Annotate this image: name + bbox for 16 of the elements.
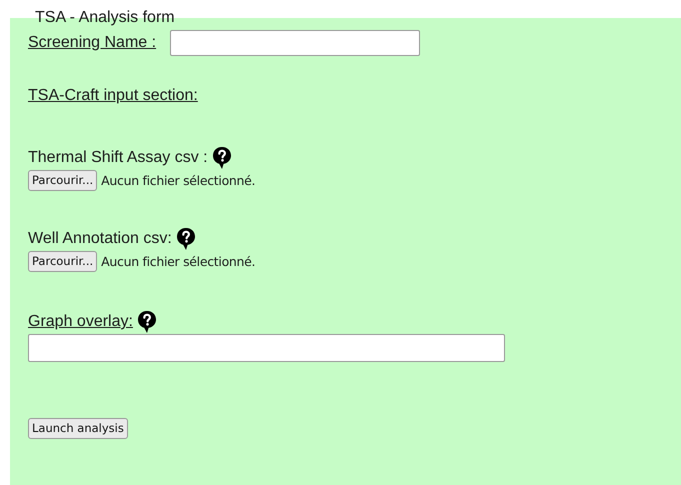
file-status: Aucun fichier sélectionné. bbox=[101, 254, 256, 269]
help-icon[interactable] bbox=[136, 310, 157, 334]
help-icon[interactable] bbox=[212, 146, 232, 170]
browse-button[interactable]: Parcourir... bbox=[28, 251, 98, 272]
graph-overlay-field[interactable] bbox=[28, 334, 505, 362]
form-title: TSA - Analysis form bbox=[35, 8, 175, 28]
launch-analysis-button[interactable]: Launch analysis bbox=[28, 418, 128, 439]
help-icon[interactable] bbox=[176, 227, 196, 251]
file-status: Aucun fichier sélectionné. bbox=[101, 173, 256, 188]
screening-name-label: Screening Name : bbox=[28, 33, 156, 53]
file-label: Thermal Shift Assay csv : bbox=[28, 148, 208, 168]
file-label: Well Annotation csv: bbox=[28, 229, 172, 249]
section-heading: TSA-Craft input section: bbox=[28, 86, 198, 106]
graph-overlay-label: Graph overlay: bbox=[28, 312, 133, 332]
browse-button[interactable]: Parcourir... bbox=[28, 170, 98, 191]
screening-name-field[interactable] bbox=[170, 30, 420, 56]
